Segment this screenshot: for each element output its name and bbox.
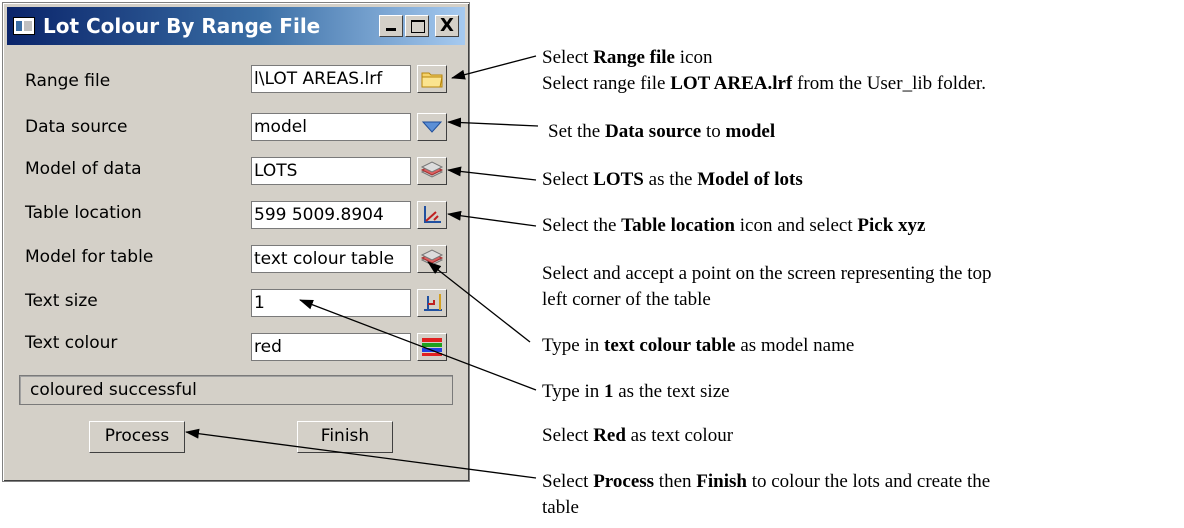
arrow-model-of-data	[447, 166, 537, 181]
arrow-text-size	[299, 299, 537, 391]
arrow-range-file	[451, 55, 537, 80]
arrow-table-location	[447, 210, 537, 227]
arrow-process	[185, 428, 537, 479]
arrow-data-source	[447, 117, 539, 128]
callout-arrows	[185, 55, 539, 479]
arrow-model-for-table	[427, 261, 531, 343]
